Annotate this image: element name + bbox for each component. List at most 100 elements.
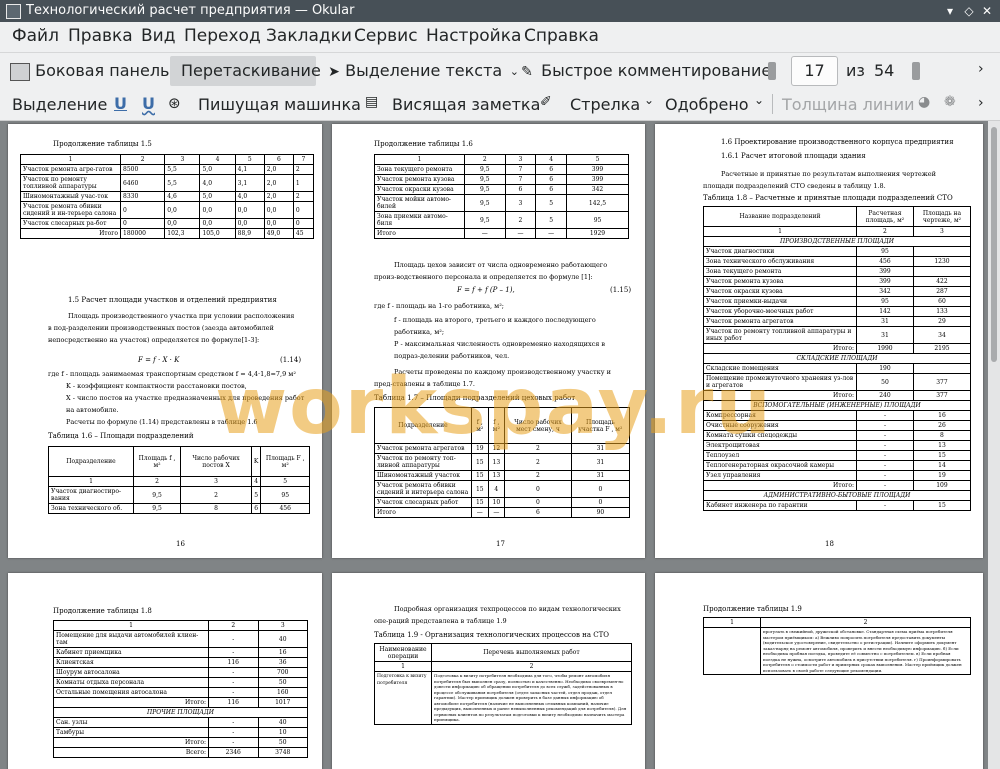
maximize-icon[interactable]: ◇: [962, 4, 976, 18]
page18-subheading: 1.6.1 Расчет итоговой площади здания: [721, 152, 866, 160]
table-row: Зона технического об. 9,5 8 6 456: [48, 503, 310, 514]
typewriter-tool[interactable]: Пишущая машинка: [198, 95, 361, 114]
opacity-icon[interactable]: ❁: [944, 94, 956, 110]
page-16: Продолжение таблицы 1.5 1234567 Участок …: [8, 124, 322, 558]
arrow-chevron-down-icon[interactable]: ⌄: [644, 93, 654, 107]
menu-settings[interactable]: Настройка: [426, 26, 521, 46]
page-17: Продолжение таблицы 1.6 12345 Зона текущ…: [332, 124, 645, 558]
menu-go[interactable]: Переход: [184, 26, 261, 46]
page-number-input[interactable]: 17: [791, 56, 838, 86]
color-icon[interactable]: ◕: [918, 94, 930, 110]
squiggle-icon[interactable]: U: [142, 94, 155, 113]
underline-icon[interactable]: U: [114, 94, 127, 113]
page17-paragraph-1: Площадь цехов зависит от числа одновреме…: [374, 261, 608, 281]
page-total: 54: [874, 61, 895, 80]
page16-section-heading: 1.5 Расчет площади участков и отделений …: [68, 296, 277, 304]
toolbar2-overflow-icon[interactable]: ›: [978, 95, 984, 111]
main-toolbar: Боковая панель Перетаскивание ➤ Выделени…: [0, 52, 1000, 89]
table-row: Клиентская 116 36: [53, 657, 308, 668]
stamp-tool[interactable]: Одобрено: [665, 95, 749, 114]
page16-caption-a: Продолжение таблицы 1.5: [53, 140, 152, 148]
table-row: Теплогенераторная окрасочной камеры -14: [703, 460, 972, 471]
table-row: Итого: -109: [703, 480, 972, 491]
menu-view[interactable]: Вид: [141, 26, 175, 46]
page17-formula: F = f + f (P – 1),: [457, 286, 515, 294]
menu-edit[interactable]: Правка: [68, 26, 133, 46]
table-1-9: Наименование операции Перечень выполняемы…: [374, 643, 632, 725]
popup-note-tool[interactable]: Висящая заметка: [392, 95, 540, 114]
table-row: Итого: 116 1017: [53, 697, 308, 708]
stamp-chevron-down-icon[interactable]: ⌄: [754, 93, 764, 107]
table-row: Участок по ремонту топ-ливной аппаратуры…: [374, 453, 631, 471]
page17-caption-a: Продолжение таблицы 1.6: [374, 140, 473, 148]
cursor-icon: ➤: [328, 63, 340, 80]
stamp-circle-icon[interactable]: ⊛: [168, 94, 181, 112]
table-1-9-continued: 12 прогулать в свежийной, дружеской обст…: [703, 617, 971, 675]
page18-number: 18: [825, 540, 834, 548]
table-1-5: 1234567 Участок ремонта агре-гатов 8500 5,…: [20, 154, 315, 239]
note-icon: ▤: [365, 94, 379, 110]
menu-bookmarks[interactable]: Закладки: [266, 26, 352, 46]
document-view[interactable]: Продолжение таблицы 1.5 1234567 Участок …: [0, 121, 988, 769]
table-row: Помещение для выдачи автомобилей клиен-т…: [53, 630, 308, 648]
menu-help[interactable]: Справка: [524, 26, 599, 46]
table-row: Кабинет инженера по гарантии -15: [703, 500, 972, 511]
table-row: Участок приемки-выдачи 95 60: [703, 296, 972, 307]
selection-tool[interactable]: Выделение: [12, 95, 107, 114]
line-width-tool[interactable]: Толщина линии: [782, 95, 915, 114]
table-1-6: Подразделение Площадь f , м² Число рабочих…: [48, 446, 310, 514]
page17-where-1: где f - площадь на 1-го работника, м²;: [374, 302, 504, 310]
arrow-tool[interactable]: Стрелка: [570, 95, 640, 114]
window-title: Технологический расчет предприятия — Oku…: [26, 3, 355, 18]
scrollbar-thumb[interactable]: [991, 127, 997, 362]
page-20: Подробная организация техпроцессов по ви…: [332, 573, 645, 769]
sidebar-button[interactable]: Боковая панель: [10, 61, 169, 81]
toolbar-overflow-icon[interactable]: ›: [978, 61, 984, 77]
quick-comment-button[interactable]: ✎ Быстрое комментирование: [518, 61, 771, 80]
table-row: Итого — — —1929: [374, 228, 629, 239]
toolbar-separator: [772, 94, 773, 114]
table-1-8: Название подразделений Расчетная площадь,…: [703, 206, 972, 511]
table-row: Участок по ремонту топливной аппаратуры 6…: [20, 174, 315, 192]
title-bar: Технологический расчет предприятия — Oku…: [0, 0, 1000, 22]
table-row: Остальные помещения автосалона -160: [53, 687, 308, 698]
quick-comment-label: Быстрое комментирование: [541, 61, 772, 80]
table-row: Зона приемки автомо-биля 9,5 2 5 95: [374, 211, 629, 229]
text-select-label: Выделение текста: [345, 61, 503, 80]
drag-button[interactable]: Перетаскивание: [181, 61, 321, 80]
close-icon[interactable]: ✕: [980, 4, 994, 18]
page17-where-2: f - площадь на второго, третьего и каждо…: [394, 316, 596, 336]
table-row: Итого — —6 90: [374, 507, 631, 518]
page21-caption: Продолжение таблицы 1.9: [703, 605, 802, 613]
table-row: Подготовка к визиту потребителя Подготовк…: [374, 671, 632, 725]
table-row: Участок ремонта агрегатов 31 29: [703, 316, 972, 327]
table-1-6-continued: 12345 Зона текущего ремонта 9,5 7 6 399 Учас…: [374, 154, 629, 239]
annotation-toolbar: Выделение U U ⊛ Пишущая машинка ▤ Висяща…: [0, 88, 1000, 121]
text-select-button[interactable]: ➤ Выделение текста ⌄: [328, 61, 521, 80]
table-row: Зона текущего ремонта 9,5 7 6 399: [374, 164, 629, 175]
previous-page-icon[interactable]: [768, 62, 776, 80]
page17-where-3: P - максимальная численность одновременн…: [394, 340, 606, 360]
menu-file[interactable]: Файл: [12, 26, 59, 46]
table-row: Участок окраски кузова 342 287: [703, 286, 972, 297]
page16-paragraph-1: Площадь производственного участка при ус…: [48, 312, 295, 344]
minimize-icon[interactable]: ▾: [943, 4, 957, 18]
vertical-scrollbar[interactable]: [988, 121, 1000, 769]
sidebar-label: Боковая панель: [35, 61, 170, 80]
page20-paragraph: Подробная организация техпроцессов по ви…: [374, 605, 621, 625]
table-row: Участок ремонта кузова 9,5 7 6 399: [374, 174, 629, 185]
table-row: Участок ремонта обивки сидений и интерье…: [374, 480, 631, 498]
sidebar-icon: [10, 62, 30, 81]
table-row: Участок мойки автомо-билей 9,5 3 5 142,5: [374, 194, 629, 212]
table-1-8-continued: 123 Помещение для выдачи автомобилей кли…: [53, 620, 308, 758]
table-row: Участок ремонта агре-гатов 8500 5,5 5,0 4,1 2…: [20, 164, 315, 175]
table-row: Итого 180000 102,3 105,0 88,9 49,0 45: [20, 228, 315, 239]
menu-tools[interactable]: Сервис: [354, 26, 418, 46]
table-row: Итого: -50: [53, 737, 308, 748]
page17-formula-number: (1.15): [610, 286, 632, 294]
table-row: Шиномонтажный участок 15 13 2 31: [374, 470, 631, 481]
page17-number: 17: [496, 540, 505, 548]
next-page-icon[interactable]: [912, 62, 920, 80]
table-row: Шиномонтажный учас-ток 8330 4,6 5,0 4,0 2,0 2: [20, 191, 315, 202]
brush-icon: ✐: [540, 94, 552, 110]
